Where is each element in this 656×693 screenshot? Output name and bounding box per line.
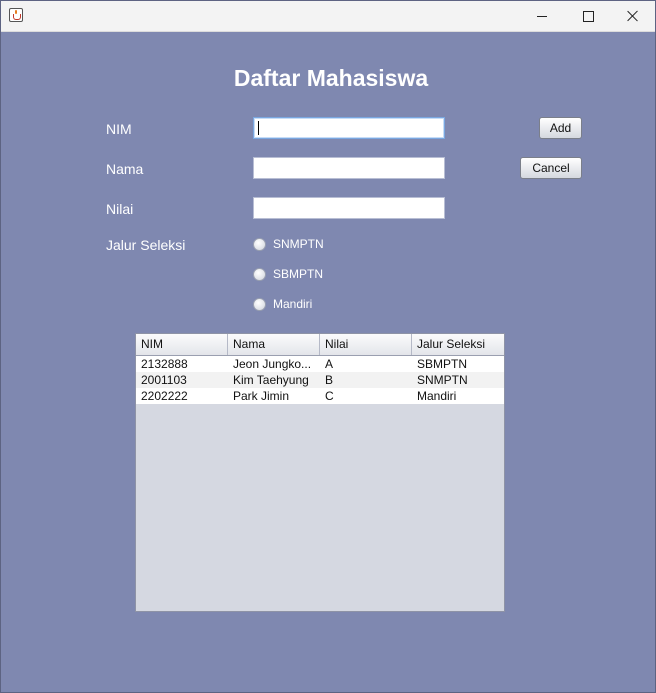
- cell-nilai: A: [325, 357, 334, 371]
- nilai-field[interactable]: [253, 197, 445, 219]
- table-header: NIM Nama Nilai Jalur Seleksi: [136, 334, 504, 356]
- column-header-nilai[interactable]: Nilai: [320, 334, 412, 355]
- column-header-jalur-seleksi[interactable]: Jalur Seleksi: [412, 334, 504, 355]
- mahasiswa-table[interactable]: NIM Nama Nilai Jalur Seleksi 2132888 Jeo…: [135, 333, 505, 612]
- table-body: 2132888 Jeon Jungko... A SBMPTN 2001103 …: [136, 356, 504, 404]
- jalur-seleksi-label: Jalur Seleksi: [106, 237, 186, 253]
- column-header-nama[interactable]: Nama: [228, 334, 320, 355]
- radio-label: SBMPTN: [273, 267, 324, 281]
- cell-nilai: C: [325, 389, 334, 403]
- nama-field[interactable]: [253, 157, 445, 179]
- cancel-button[interactable]: Cancel: [520, 157, 582, 179]
- radio-button-icon[interactable]: [253, 297, 266, 311]
- radio-button-icon[interactable]: [253, 267, 266, 281]
- radio-sbmptn[interactable]: SBMPTN: [253, 266, 323, 282]
- maximize-icon: [582, 10, 594, 22]
- nama-label: Nama: [106, 161, 144, 177]
- cell-nama: Park Jimin: [233, 389, 290, 403]
- radio-label: Mandiri: [273, 297, 313, 311]
- add-button[interactable]: Add: [539, 117, 582, 139]
- title-bar[interactable]: [1, 1, 655, 32]
- nim-label: NIM: [106, 121, 132, 137]
- radio-button-icon[interactable]: [253, 237, 266, 251]
- text-caret: [258, 121, 259, 135]
- radio-mandiri[interactable]: Mandiri: [253, 296, 312, 312]
- close-button[interactable]: [610, 1, 656, 31]
- cup-shape: [13, 14, 21, 20]
- cell-nilai: B: [325, 373, 334, 387]
- cell-jalur-seleksi: Mandiri: [417, 389, 457, 403]
- java-cup-icon: [9, 8, 23, 22]
- cell-nama: Jeon Jungko...: [233, 357, 312, 371]
- cell-nama: Kim Taehyung: [233, 373, 309, 387]
- nim-field[interactable]: [253, 117, 445, 139]
- minimize-button[interactable]: [519, 1, 565, 31]
- cell-jalur-seleksi: SNMPTN: [417, 373, 468, 387]
- cell-nim: 2132888: [141, 357, 188, 371]
- nilai-label: Nilai: [106, 201, 134, 217]
- app-window: Daftar Mahasiswa NIM Nama Nilai Jalur Se…: [0, 0, 656, 693]
- cell-jalur-seleksi: SBMPTN: [417, 357, 468, 371]
- maximize-button[interactable]: [565, 1, 611, 31]
- radio-label: SNMPTN: [273, 237, 324, 251]
- cell-nim: 2202222: [141, 389, 188, 403]
- cell-nim: 2001103: [141, 373, 187, 387]
- table-row[interactable]: 2001103 Kim Taehyung B SNMPTN: [136, 372, 504, 388]
- column-header-nim[interactable]: NIM: [136, 334, 228, 355]
- close-icon: [627, 10, 639, 22]
- radio-snmptn[interactable]: SNMPTN: [253, 236, 324, 252]
- table-row[interactable]: 2202222 Park Jimin C Mandiri: [136, 388, 504, 404]
- page-title: Daftar Mahasiswa: [233, 65, 429, 91]
- minimize-icon: [537, 15, 547, 17]
- table-row[interactable]: 2132888 Jeon Jungko... A SBMPTN: [136, 356, 504, 372]
